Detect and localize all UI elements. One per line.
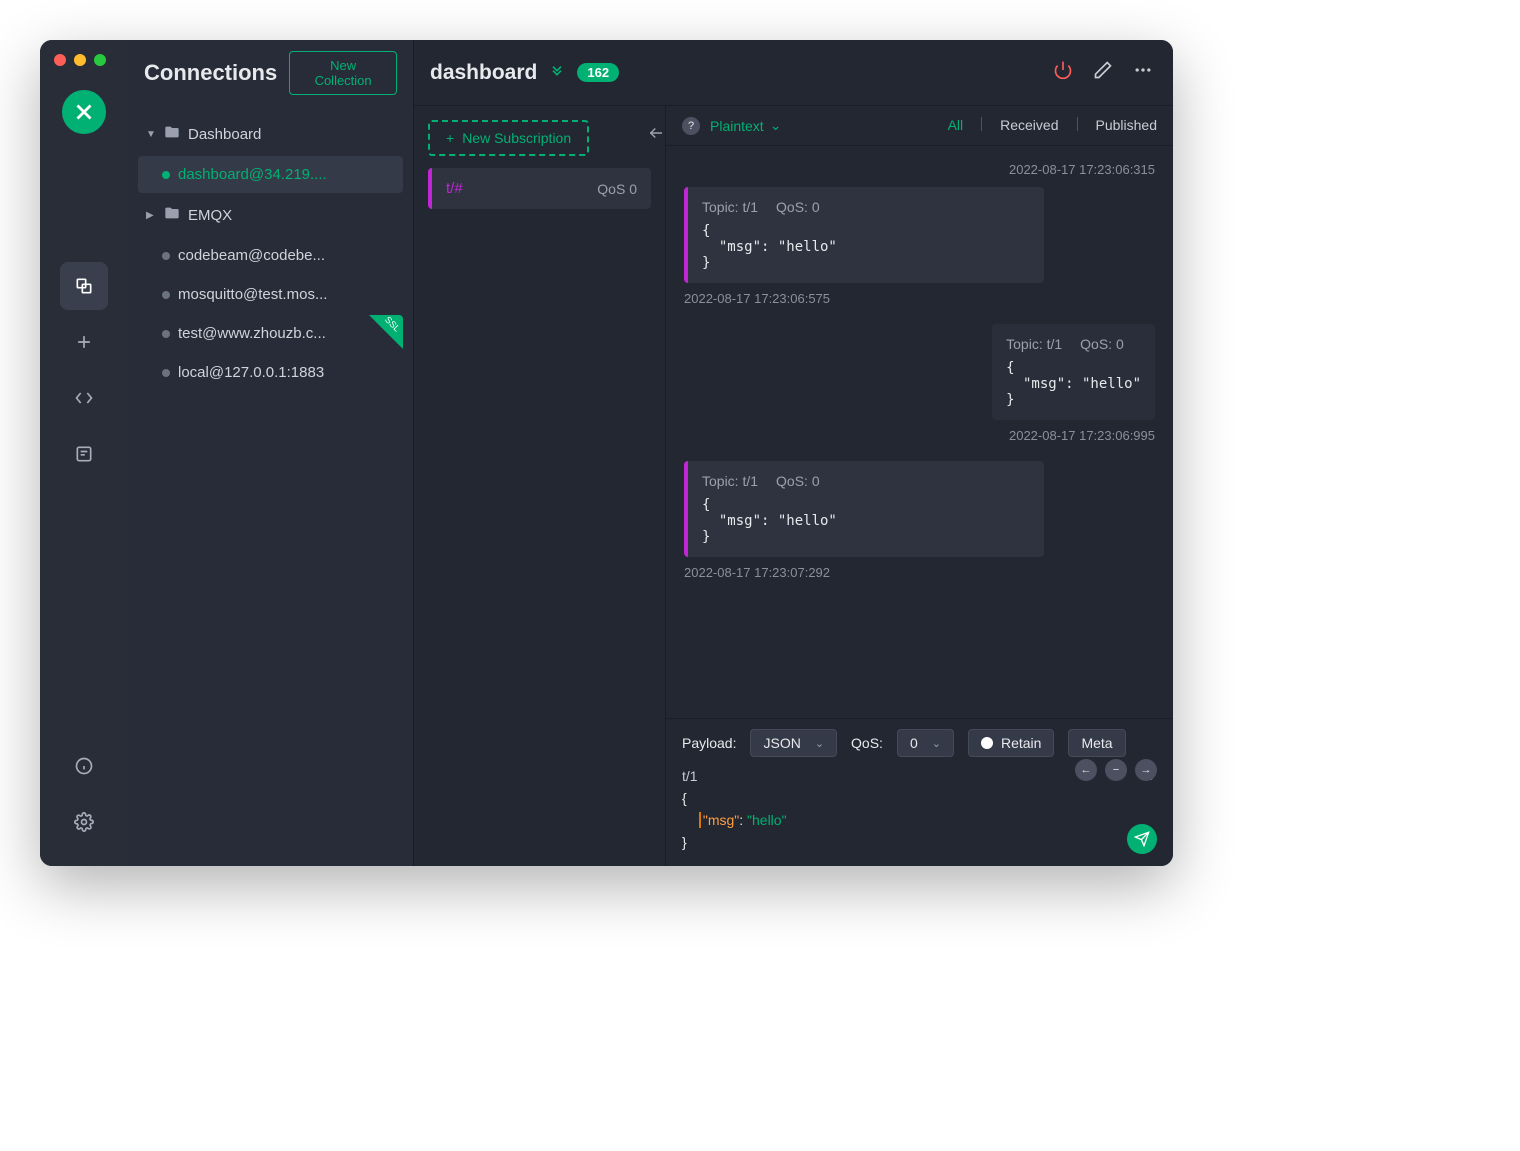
status-dot-icon — [162, 291, 170, 299]
collapse-panel-icon[interactable] — [647, 124, 665, 147]
message-qos: QoS: 0 — [776, 199, 820, 215]
message-timestamp: 2022-08-17 17:23:06:575 — [684, 291, 1155, 306]
main-panel: dashboard 162 + New Subscription — [414, 40, 1173, 866]
status-dot-icon — [162, 369, 170, 377]
new-collection-button[interactable]: New Collection — [289, 51, 397, 95]
message-body: { "msg": "hello" } — [1006, 360, 1141, 408]
connection-name: mosquitto@test.mos... — [178, 286, 395, 303]
connection-name: codebeam@codebe... — [178, 247, 395, 264]
history-next-button[interactable]: → — [1135, 759, 1157, 781]
more-menu-button[interactable] — [1129, 56, 1157, 89]
connection-topbar: dashboard 162 — [414, 40, 1173, 106]
connection-title: dashboard — [430, 61, 537, 85]
message-filter-tabs: All Received Published — [948, 117, 1157, 135]
connection-name: local@127.0.0.1:1883 — [178, 364, 395, 381]
chevron-down-icon: ⌄ — [815, 737, 824, 750]
message-count-badge: 162 — [577, 63, 619, 82]
toggle-indicator — [981, 737, 993, 749]
message-body: { "msg": "hello" } — [702, 223, 1030, 271]
status-dot-icon — [162, 171, 170, 179]
subscription-qos: QoS 0 — [597, 181, 637, 197]
payload-format-label: Plaintext — [710, 118, 764, 134]
nav-settings[interactable] — [60, 798, 108, 846]
tree-connection[interactable]: mosquitto@test.mos... — [138, 276, 403, 313]
retain-toggle[interactable]: Retain — [968, 729, 1054, 757]
connection-name: dashboard@34.219.... — [178, 166, 395, 183]
chevron-down-icon: ⌄ — [932, 737, 941, 750]
message-list[interactable]: 2022-08-17 17:23:06:315 Topic: t/1 QoS: … — [666, 146, 1173, 718]
tree-connection[interactable]: codebeam@codebe... — [138, 237, 403, 274]
edit-button[interactable] — [1089, 56, 1117, 89]
message-topic: Topic: t/1 — [702, 199, 758, 215]
window-controls — [54, 54, 106, 66]
send-button[interactable] — [1127, 824, 1157, 854]
tree-group-label: EMQX — [188, 207, 232, 224]
tree-connection[interactable]: dashboard@34.219.... — [138, 156, 403, 193]
expand-all-icon[interactable] — [549, 62, 565, 83]
message-qos: QoS: 0 — [1080, 336, 1124, 352]
plus-icon: + — [446, 130, 454, 146]
app-window: Connections New Collection ▼ Dashboard d… — [40, 40, 1173, 866]
maximize-window[interactable] — [94, 54, 106, 66]
status-dot-icon — [162, 252, 170, 260]
tree-group-label: Dashboard — [188, 126, 261, 143]
payload-format-dropdown[interactable]: JSON ⌄ — [750, 729, 837, 757]
message-timestamp: 2022-08-17 17:23:06:995 — [1009, 428, 1155, 443]
chevron-down-icon: ⌄ — [770, 117, 782, 134]
message-received: Topic: t/1 QoS: 0 { "msg": "hello" } 202… — [684, 187, 1155, 306]
meta-button[interactable]: Meta — [1068, 729, 1125, 757]
subscription-item[interactable]: t/# QoS 0 — [428, 168, 651, 209]
message-timestamp: 2022-08-17 17:23:06:315 — [684, 162, 1155, 177]
tree-group-emqx[interactable]: ▶ EMQX — [138, 195, 403, 235]
status-dot-icon — [162, 330, 170, 338]
message-qos: QoS: 0 — [776, 473, 820, 489]
message-body: { "msg": "hello" } — [702, 497, 1030, 545]
payload-label: Payload: — [682, 735, 736, 751]
message-topic: Topic: t/1 — [1006, 336, 1062, 352]
payload-format-select[interactable]: Plaintext ⌄ — [710, 117, 781, 134]
close-window[interactable] — [54, 54, 66, 66]
nav-new[interactable] — [60, 318, 108, 366]
payload-editor[interactable]: { "msg": "hello" } — [682, 788, 1157, 854]
tree-group-dashboard[interactable]: ▼ Dashboard — [138, 114, 403, 154]
tab-published[interactable]: Published — [1096, 117, 1158, 135]
qos-dropdown[interactable]: 0 ⌄ — [897, 729, 954, 757]
publish-composer: Payload: JSON ⌄ QoS: 0 ⌄ Retain — [666, 718, 1173, 866]
tree-connection[interactable]: local@127.0.0.1:1883 — [138, 354, 403, 391]
message-timestamp: 2022-08-17 17:23:07:292 — [684, 565, 1155, 580]
new-subscription-label: New Subscription — [462, 130, 571, 146]
tab-received[interactable]: Received — [1000, 117, 1058, 135]
nav-scripts[interactable] — [60, 374, 108, 422]
chevron-right-icon: ▶ — [146, 210, 156, 221]
qos-label: QoS: — [851, 735, 883, 751]
folder-icon — [164, 124, 180, 144]
sidebar-title: Connections — [144, 60, 277, 86]
message-published: Topic: t/1 QoS: 0 { "msg": "hello" } 202… — [684, 324, 1155, 443]
nav-connections[interactable] — [60, 262, 108, 310]
tree-connection-ssl[interactable]: test@www.zhouzb.c... SSL — [138, 315, 403, 352]
app-logo — [62, 90, 106, 134]
chevron-down-icon: ▼ — [146, 129, 156, 140]
nav-iconbar — [40, 40, 128, 866]
message-received: Topic: t/1 QoS: 0 { "msg": "hello" } 202… — [684, 461, 1155, 580]
minimize-window[interactable] — [74, 54, 86, 66]
subscription-topic: t/# — [446, 180, 597, 197]
help-icon[interactable]: ? — [682, 117, 700, 135]
disconnect-button[interactable] — [1049, 56, 1077, 89]
connection-tree: ▼ Dashboard dashboard@34.219.... ▶ EMQX … — [128, 106, 413, 866]
folder-icon — [164, 205, 180, 225]
new-subscription-button[interactable]: + New Subscription — [428, 120, 589, 156]
publish-topic-input[interactable]: t/1 — [682, 768, 698, 784]
connections-sidebar: Connections New Collection ▼ Dashboard d… — [128, 40, 414, 866]
nav-about[interactable] — [60, 742, 108, 790]
nav-log[interactable] — [60, 430, 108, 478]
message-topic: Topic: t/1 — [702, 473, 758, 489]
subscriptions-panel: + New Subscription t/# QoS 0 — [414, 106, 666, 866]
history-clear-button[interactable]: − — [1105, 759, 1127, 781]
messages-panel: ? Plaintext ⌄ All Received Published — [666, 106, 1173, 866]
history-prev-button[interactable]: ← — [1075, 759, 1097, 781]
tab-all[interactable]: All — [948, 117, 964, 135]
